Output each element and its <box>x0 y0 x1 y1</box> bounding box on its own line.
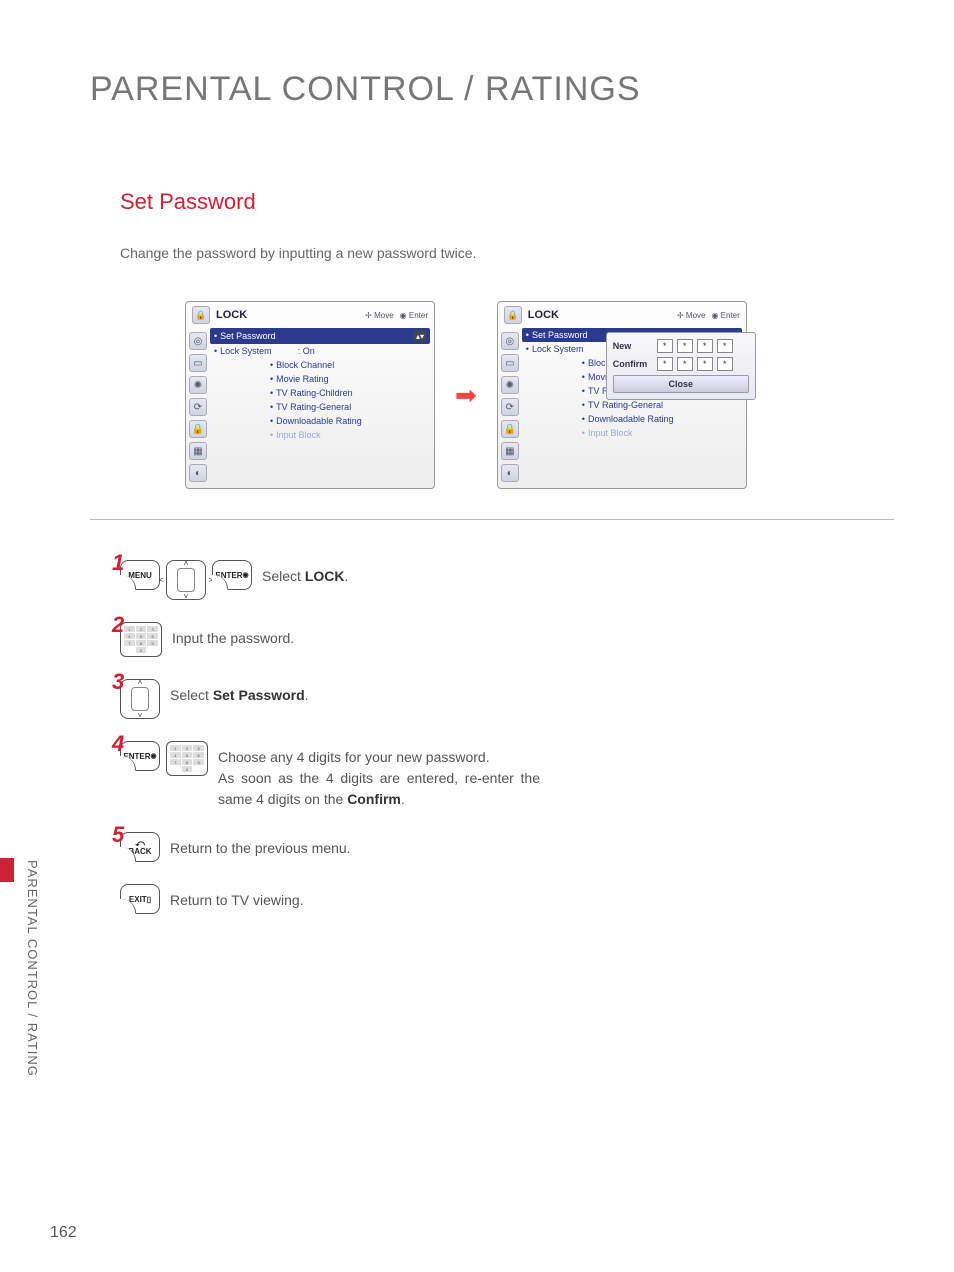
step-number: 2 <box>112 612 124 638</box>
back-button[interactable]: ⤺BACK <box>120 832 160 862</box>
osd-hint-move: ✢ Move <box>677 311 706 320</box>
osd-item-disabled: Input Block <box>210 428 430 442</box>
side-icon: ◐ <box>501 464 519 482</box>
side-icon: ▦ <box>501 442 519 460</box>
side-icon: ▦ <box>189 442 207 460</box>
osd-hint-move: ✢ Move <box>365 311 394 320</box>
side-icon: ◎ <box>189 332 207 350</box>
side-icon: ▭ <box>189 354 207 372</box>
osd-header: 🔒 LOCK ✢ Move ◉ Enter <box>498 302 746 328</box>
osd-item[interactable]: Downloadable Rating <box>522 412 742 426</box>
enter-button[interactable]: ENTER◉ <box>120 741 160 771</box>
side-icon: ⟳ <box>501 398 519 416</box>
side-tab-label: PARENTAL CONTROL / RATING <box>25 860 40 1077</box>
section-title: Set Password <box>120 189 894 215</box>
popup-new-label: New <box>613 341 653 351</box>
osd-title: LOCK <box>216 309 247 321</box>
osd-window-after: 🔒 LOCK ✢ Move ◉ Enter ◎ ▭ ✺ ⟳ 🔒 ▦ ◐ Set … <box>497 301 747 489</box>
step-text: Input the password. <box>172 622 294 649</box>
osd-item[interactable]: Block Channel <box>210 358 430 372</box>
exit-button[interactable]: EXIT ▯ <box>120 884 160 914</box>
step-number: 5 <box>112 822 124 848</box>
osd-hint-enter: ◉ Enter <box>711 311 739 320</box>
pw-box[interactable]: * <box>717 357 733 371</box>
osd-item[interactable]: TV Rating-General <box>210 400 430 414</box>
side-icon: ⟳ <box>189 398 207 416</box>
menu-button[interactable]: MENU <box>120 560 160 590</box>
pw-box[interactable]: * <box>657 357 673 371</box>
step-number: 1 <box>112 550 124 576</box>
arrow-right-icon: ➡ <box>455 380 477 411</box>
osd-item-disabled: Input Block <box>522 426 742 440</box>
side-icon: 🔒 <box>189 420 207 438</box>
osd-title: LOCK <box>528 309 559 321</box>
step-text: Choose any 4 digits for your new passwor… <box>218 741 540 810</box>
step-text: Select LOCK. <box>262 560 348 587</box>
osd-hint-enter: ◉ Enter <box>400 311 428 320</box>
pw-box[interactable]: * <box>717 339 733 353</box>
popup-confirm-label: Confirm <box>613 359 653 369</box>
side-icon: ✺ <box>189 376 207 394</box>
osd-window-before: 🔒 LOCK ✢ Move ◉ Enter ◎ ▭ ✺ ⟳ 🔒 ▦ ◐ <box>185 301 435 489</box>
osd-item[interactable]: Lock System : On <box>210 344 430 358</box>
step-text: Return to the previous menu. <box>170 832 351 859</box>
step-5: 5 ⤺BACK Return to the previous menu. <box>120 832 540 862</box>
popup-close-button[interactable]: Close <box>613 375 749 393</box>
step-1: 1 MENU ˄˅˂˃ ENTER◉ Select LOCK. <box>120 560 540 600</box>
side-tab-marker <box>0 858 14 882</box>
password-popup: New * * * * Confirm * * * * Close <box>606 332 756 400</box>
osd-side-icons: ◎ ▭ ✺ ⟳ 🔒 ▦ ◐ <box>498 328 522 488</box>
pw-box[interactable]: * <box>697 339 713 353</box>
osd-item[interactable]: Downloadable Rating <box>210 414 430 428</box>
step-number: 4 <box>112 731 124 757</box>
step-2: 2 123 456 789 0 Input the password. <box>120 622 540 657</box>
popup-confirm-row: Confirm * * * * <box>613 357 749 371</box>
osd-list: Set Password ▴▾ Lock System : On Block C… <box>210 328 434 488</box>
osd-illustration-row: 🔒 LOCK ✢ Move ◉ Enter ◎ ▭ ✺ ⟳ 🔒 ▦ ◐ <box>185 301 894 489</box>
lock-icon: 🔒 <box>192 306 210 324</box>
step-3: 3 ˄˅ Select Set Password. <box>120 679 540 719</box>
steps: 1 MENU ˄˅˂˃ ENTER◉ Select LOCK. 2 123 45… <box>120 560 540 914</box>
pw-box[interactable]: * <box>677 357 693 371</box>
osd-item[interactable]: TV Rating-Children <box>210 386 430 400</box>
pw-box[interactable]: * <box>697 357 713 371</box>
enter-button[interactable]: ENTER◉ <box>212 560 252 590</box>
step-text: Return to TV viewing. <box>170 884 304 911</box>
side-icon: ◎ <box>501 332 519 350</box>
number-keypad-icon[interactable]: 123 456 789 0 <box>120 622 162 657</box>
side-icon: 🔒 <box>501 420 519 438</box>
step-4: 4 ENTER◉ 123 456 789 0 Choose any 4 digi… <box>120 741 540 810</box>
dpad-vertical-icon[interactable]: ˄˅ <box>120 679 160 719</box>
separator <box>90 519 894 520</box>
updown-icon: ▴▾ <box>414 330 426 342</box>
side-icon: ▭ <box>501 354 519 372</box>
osd-item[interactable]: TV Rating-General <box>522 398 742 412</box>
page-number: 162 <box>50 1224 77 1242</box>
number-keypad-icon[interactable]: 123 456 789 0 <box>166 741 208 776</box>
side-icon: ✺ <box>501 376 519 394</box>
pw-box[interactable]: * <box>657 339 673 353</box>
page-title: PARENTAL CONTROL / RATINGS <box>90 70 894 109</box>
osd-side-icons: ◎ ▭ ✺ ⟳ 🔒 ▦ ◐ <box>186 328 210 488</box>
step-exit: EXIT ▯ Return to TV viewing. <box>120 884 540 914</box>
osd-header: 🔒 LOCK ✢ Move ◉ Enter <box>186 302 434 328</box>
pw-box[interactable]: * <box>677 339 693 353</box>
step-text: Select Set Password. <box>170 679 309 706</box>
osd-item[interactable]: Movie Rating <box>210 372 430 386</box>
osd-item-selected[interactable]: Set Password ▴▾ <box>210 328 430 344</box>
side-icon: ◐ <box>189 464 207 482</box>
dpad-icon[interactable]: ˄˅˂˃ <box>166 560 206 600</box>
intro-text: Change the password by inputting a new p… <box>120 245 894 261</box>
lock-icon: 🔒 <box>504 306 522 324</box>
popup-new-row: New * * * * <box>613 339 749 353</box>
step-number: 3 <box>112 669 124 695</box>
